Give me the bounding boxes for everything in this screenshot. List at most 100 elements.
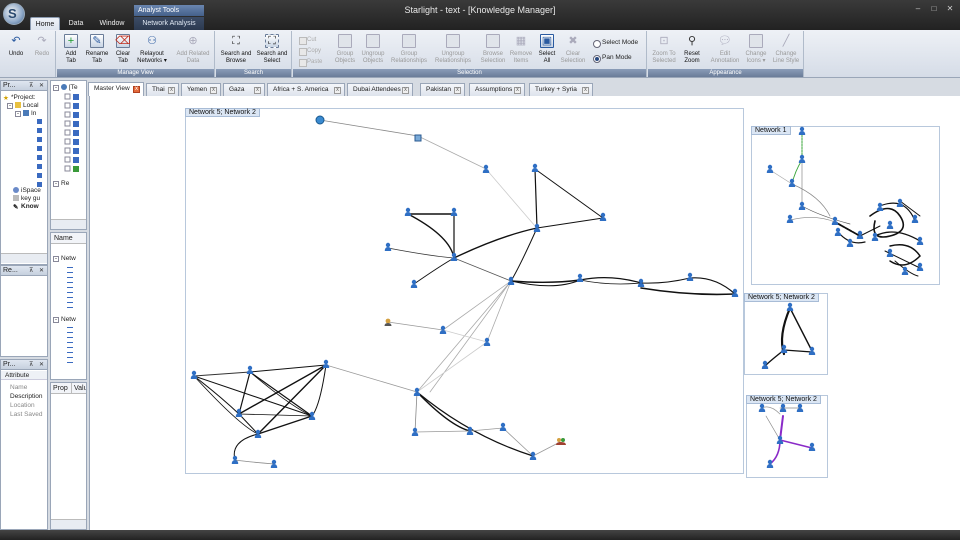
person-node-icon[interactable] — [871, 232, 879, 241]
project-root[interactable]: ★ *Project: — [3, 94, 36, 102]
graph-nodes[interactable] — [190, 115, 924, 468]
person-node-icon[interactable] — [322, 359, 330, 368]
hscrollbar[interactable] — [51, 219, 86, 229]
person-node-icon[interactable] — [798, 201, 806, 210]
person-node-icon[interactable] — [786, 214, 794, 223]
person-node-icon[interactable] — [190, 370, 198, 379]
remove-items-button[interactable]: ▦ Remove Items — [507, 33, 535, 69]
person-node-icon[interactable] — [798, 154, 806, 163]
add-related-data-button[interactable]: ⊕ Add Related Data — [173, 33, 213, 69]
tab-window[interactable]: Window — [92, 17, 132, 30]
ungroup-objects-button[interactable]: Ungroup Objects — [359, 33, 387, 69]
copy-button[interactable]: Copy — [299, 46, 329, 56]
person-node-icon[interactable] — [576, 273, 584, 282]
search-select-button[interactable]: ⛶ Search and Select — [254, 33, 290, 69]
close-icon[interactable]: ✕ — [944, 4, 956, 14]
network-canvas[interactable]: Network 5; Network 2 Network 1 Network 5… — [89, 96, 960, 530]
tab-close-icon[interactable]: x — [334, 87, 341, 94]
select-all-button[interactable]: ▣ Select All — [533, 33, 561, 69]
select-mode-radio[interactable]: Select Mode — [593, 38, 638, 48]
person-node-icon[interactable] — [410, 279, 418, 288]
maximize-icon[interactable]: □ — [928, 4, 940, 14]
hscrollbar[interactable] — [1, 253, 47, 263]
edit-annotation-button[interactable]: 💬︎ Edit Annotation — [708, 33, 742, 69]
tab-assumptions[interactable]: Assumptions x — [469, 83, 525, 96]
network-item-2[interactable]: - Netw — [53, 316, 76, 324]
person-node-icon[interactable] — [246, 365, 254, 374]
person-node-icon[interactable] — [531, 163, 539, 172]
tree-ispace[interactable]: iSpace — [13, 187, 41, 195]
tab-close-icon[interactable]: x — [254, 87, 261, 94]
clear-selection-button[interactable]: ✖ Clear Selection — [559, 33, 587, 69]
pan-mode-radio[interactable]: Pan Mode — [593, 53, 632, 63]
person-node-icon[interactable] — [761, 360, 769, 369]
tab-close-icon[interactable]: x — [210, 87, 217, 94]
tab-data[interactable]: Data — [62, 17, 90, 30]
person-node-icon[interactable] — [834, 227, 842, 236]
group-people-node-icon[interactable] — [556, 438, 566, 445]
paste-button[interactable]: Paste — [299, 57, 329, 67]
person-node-icon[interactable] — [798, 126, 806, 135]
add-tab-button[interactable]: + Add Tab — [57, 33, 85, 69]
person-node-icon[interactable] — [876, 202, 884, 211]
zoom-to-selected-button[interactable]: ⊡ Zoom To Selected — [650, 33, 678, 69]
network-graph[interactable] — [90, 96, 960, 530]
cut-button[interactable]: Cut — [299, 35, 329, 45]
undo-button[interactable]: ↶ Undo — [2, 33, 30, 69]
tab-yemen[interactable]: Yemen x — [181, 83, 221, 96]
hscrollbar[interactable] — [51, 519, 86, 529]
tab-turkey-syria[interactable]: Turkey + Syria x — [529, 83, 593, 96]
person-node-icon[interactable] — [404, 207, 412, 216]
person-node-icon[interactable] — [499, 422, 507, 431]
tree-te[interactable]: - [Te — [53, 84, 78, 92]
panel-close-icon[interactable]: ✕ — [39, 266, 44, 276]
person-node-icon[interactable] — [731, 288, 739, 297]
tab-network-analysis[interactable]: Network Analysis — [134, 17, 204, 30]
person-node-icon[interactable] — [450, 207, 458, 216]
person-node-icon[interactable] — [886, 248, 894, 257]
person-node-icon[interactable] — [886, 220, 894, 229]
clear-tab-button[interactable]: ⌫ Clear Tab — [109, 33, 137, 69]
tree-in[interactable]: - In — [15, 110, 36, 118]
tab-home[interactable]: Home — [30, 17, 60, 30]
tree-local[interactable]: - Local — [7, 102, 39, 110]
pin-icon[interactable]: ⊼ — [29, 266, 33, 276]
panel-close-icon[interactable]: ✕ — [39, 360, 44, 370]
panel-close-icon[interactable]: ✕ — [39, 81, 44, 91]
person-node-icon[interactable] — [384, 242, 392, 251]
network-item-1[interactable]: - Netw — [53, 255, 76, 263]
relayout-networks-button[interactable]: ⚇ Relayout Networks ▾ — [135, 33, 169, 69]
tab-close-icon[interactable]: x — [454, 87, 461, 94]
person-node-icon[interactable] — [483, 337, 491, 346]
tab-master-view[interactable]: Master View x — [88, 82, 144, 96]
tab-close-icon[interactable]: x — [133, 86, 140, 93]
person-node-icon[interactable] — [758, 403, 766, 412]
tab-gaza[interactable]: Gaza x — [223, 83, 265, 96]
browse-selection-button[interactable]: Browse Selection — [479, 33, 507, 69]
tree-knowledge[interactable]: ✎ Know — [13, 203, 39, 211]
change-icons-button[interactable]: Change Icons ▾ — [742, 33, 770, 69]
person-node-icon[interactable] — [686, 272, 694, 281]
tab-close-icon[interactable]: x — [582, 87, 589, 94]
person-node-icon[interactable] — [786, 302, 794, 311]
group-objects-button[interactable]: Group Objects — [331, 33, 359, 69]
tree-re[interactable]: - Re — [53, 180, 69, 188]
globe-node-icon[interactable] — [315, 115, 325, 125]
tree-key[interactable]: key gu — [13, 195, 40, 203]
pin-icon[interactable]: ⊼ — [29, 81, 33, 91]
tab-close-icon[interactable]: x — [402, 87, 409, 94]
reset-zoom-button[interactable]: ⚲ Reset Zoom — [678, 33, 706, 69]
person-node-icon[interactable] — [482, 164, 490, 173]
group-node-icon[interactable] — [414, 134, 422, 142]
tab-thai[interactable]: Thai x — [146, 83, 179, 96]
search-browse-button[interactable]: ⛶ Search and Browse — [218, 33, 254, 69]
ungroup-relationships-button[interactable]: Ungroup Relationships — [433, 33, 473, 69]
minimize-icon[interactable]: – — [912, 4, 924, 14]
person-node-icon[interactable] — [766, 164, 774, 173]
redo-button[interactable]: ↷ Redo — [28, 33, 56, 69]
person-node-icon[interactable] — [916, 236, 924, 245]
tab-pakistan[interactable]: Pakistan x — [420, 83, 465, 96]
pin-icon[interactable]: ⊼ — [29, 360, 33, 370]
group-relationships-button[interactable]: Group Relationships — [389, 33, 429, 69]
tab-close-icon[interactable]: x — [514, 87, 521, 94]
